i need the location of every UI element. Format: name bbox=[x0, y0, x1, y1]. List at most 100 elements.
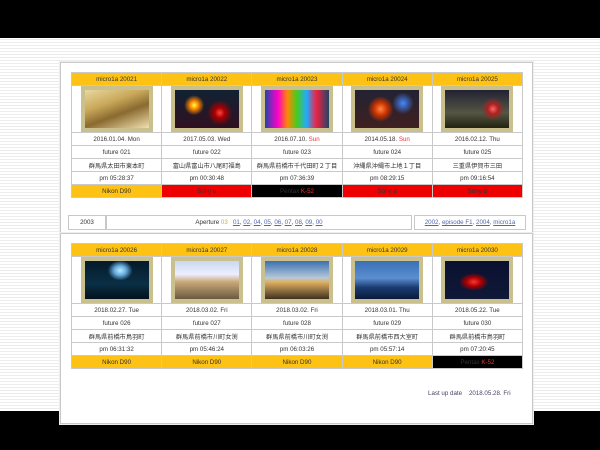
photo-cell[interactable] bbox=[251, 85, 343, 133]
photo-frame[interactable] bbox=[170, 257, 243, 303]
entry-title[interactable]: micro1a 20021 bbox=[70, 72, 163, 86]
aperture-page-link[interactable]: 08 bbox=[295, 219, 302, 226]
entry-date-text: 2018.02.27. bbox=[94, 306, 127, 314]
photo-thumbnail[interactable] bbox=[84, 90, 149, 128]
entry-time-text: pm 00:30:48 bbox=[189, 174, 224, 182]
photo-cell[interactable] bbox=[70, 85, 163, 133]
entry-future-text: future 025 bbox=[463, 148, 492, 156]
entry-future: future 023 bbox=[251, 145, 343, 159]
entry-future: future 025 bbox=[431, 145, 524, 159]
entry-title[interactable]: micro1a 20025 bbox=[431, 72, 524, 86]
last-update: Last up date 2018.05.28. Fri bbox=[428, 390, 511, 397]
photo-cell[interactable] bbox=[431, 256, 524, 304]
photo-thumbnail[interactable] bbox=[355, 261, 420, 299]
camera-model: K-52 bbox=[300, 187, 314, 195]
aperture-page-link[interactable]: 02 bbox=[243, 219, 250, 226]
entry-location: 群馬県太田市東本町 bbox=[70, 158, 163, 172]
entry-time-text: pm 06:31:32 bbox=[99, 345, 134, 353]
photo-frame[interactable] bbox=[260, 257, 333, 303]
entry-title[interactable]: micro1a 20029 bbox=[341, 243, 433, 257]
photo-frame[interactable] bbox=[441, 86, 514, 132]
camera-badge: Pentax K-52 bbox=[431, 355, 524, 369]
entry-title[interactable]: micro1a 20030 bbox=[431, 243, 524, 257]
gallery-table-bottom: micro1a 20026 micro1a 20027 micro1a 20028 m… bbox=[70, 243, 524, 369]
aperture-page-link[interactable]: 07 bbox=[285, 219, 292, 226]
camera-name: Nikon D90 bbox=[102, 358, 132, 366]
page-background: micro1a 20021 micro1a 20022 micro1a 20023 m… bbox=[0, 38, 600, 424]
entry-date-text: 2018.03.02. bbox=[185, 306, 219, 314]
entry-time: pm 05:57:14 bbox=[341, 342, 433, 356]
photo-cell[interactable] bbox=[251, 256, 343, 304]
related-link[interactable]: micro1a bbox=[493, 219, 515, 226]
related-link[interactable]: 2004 bbox=[476, 219, 490, 226]
entry-time: pm 08:29:15 bbox=[341, 171, 433, 185]
entry-date: 2016.07.10. Sun bbox=[251, 132, 343, 146]
entry-title[interactable]: micro1a 20023 bbox=[251, 72, 343, 86]
photo-frame[interactable] bbox=[80, 257, 153, 303]
aperture-current: 03 bbox=[220, 219, 228, 226]
entry-title[interactable]: micro1a 20027 bbox=[161, 243, 253, 257]
photo-thumbnail[interactable] bbox=[355, 90, 420, 128]
photo-thumbnail[interactable] bbox=[174, 90, 239, 128]
photo-cell[interactable] bbox=[70, 256, 163, 304]
entry-date-text: 2014.05.18. bbox=[364, 135, 398, 143]
entry-day: Wed bbox=[217, 135, 231, 143]
photo-thumbnail[interactable] bbox=[445, 90, 510, 128]
photo-frame[interactable] bbox=[170, 86, 243, 132]
entry-time-text: pm 05:28:37 bbox=[99, 174, 134, 182]
photo-cell[interactable] bbox=[341, 256, 433, 304]
camera-name: Pentax bbox=[279, 187, 301, 195]
entry-date: 2016.02.12. Thu bbox=[431, 132, 524, 146]
entry-day: Thu bbox=[489, 135, 500, 143]
related-link[interactable]: 2002 bbox=[425, 219, 439, 226]
entry-future: future 027 bbox=[161, 316, 253, 330]
photo-cell[interactable] bbox=[341, 85, 433, 133]
entry-location-text: 沖縄県沖縄市上地１丁目 bbox=[353, 162, 422, 170]
entry-date: 2018.03.02. Fri bbox=[251, 303, 343, 317]
camera-badge: Nikon D90 bbox=[161, 355, 253, 369]
aperture-page-link[interactable]: 09 bbox=[305, 219, 312, 226]
photo-thumbnail[interactable] bbox=[264, 261, 329, 299]
entry-time: pm 09:16:54 bbox=[431, 171, 524, 185]
photo-cell[interactable] bbox=[431, 85, 524, 133]
entry-title-text: micro1a 20021 bbox=[96, 75, 138, 83]
photo-cell[interactable] bbox=[161, 256, 253, 304]
aperture-page-link[interactable]: 05 bbox=[264, 219, 271, 226]
camera-model: α bbox=[393, 187, 397, 195]
entry-title[interactable]: micro1a 20024 bbox=[341, 72, 433, 86]
entry-day: Thu bbox=[398, 306, 410, 314]
aperture-nav: Aperture 03 01, 02, 04, 05, 06, 07, 08, … bbox=[106, 215, 412, 230]
entry-title[interactable]: micro1a 20028 bbox=[251, 243, 343, 257]
related-link[interactable]: episode F1 bbox=[442, 219, 473, 226]
photo-frame[interactable] bbox=[260, 86, 333, 132]
entry-title[interactable]: micro1a 20026 bbox=[70, 243, 163, 257]
entry-location: 沖縄県沖縄市上地１丁目 bbox=[341, 158, 433, 172]
camera-badge: Nikon D90 bbox=[341, 355, 433, 369]
entry-date-text: 2016.01.04. bbox=[93, 135, 127, 143]
entry-title-text: micro1a 20025 bbox=[456, 75, 498, 83]
aperture-page-link[interactable]: 06 bbox=[274, 219, 281, 226]
entry-title[interactable]: micro1a 20022 bbox=[161, 72, 253, 86]
aperture-page-link[interactable]: 01 bbox=[233, 219, 240, 226]
aperture-label: Aperture bbox=[195, 219, 220, 226]
photo-frame[interactable] bbox=[80, 86, 153, 132]
entry-date: 2016.01.04. Mon bbox=[70, 132, 163, 146]
photo-cell[interactable] bbox=[161, 85, 253, 133]
photo-frame[interactable] bbox=[351, 86, 424, 132]
last-update-label: Last up date bbox=[428, 390, 463, 397]
photo-thumbnail[interactable] bbox=[174, 261, 239, 299]
photo-frame[interactable] bbox=[351, 257, 424, 303]
aperture-page-link[interactable]: 04 bbox=[254, 219, 261, 226]
entry-future-text: future 030 bbox=[463, 319, 492, 327]
photo-thumbnail[interactable] bbox=[264, 90, 329, 128]
entry-location: 三重県伊賀市三田 bbox=[431, 158, 524, 172]
photo-frame[interactable] bbox=[441, 257, 514, 303]
entry-date: 2018.05.22. Tue bbox=[431, 303, 524, 317]
aperture-page-link[interactable]: 00 bbox=[316, 219, 323, 226]
photo-thumbnail[interactable] bbox=[84, 261, 149, 299]
entry-location: 群馬県前橋市西大室町 bbox=[341, 329, 433, 343]
entry-time-text: pm 05:57:14 bbox=[369, 345, 405, 353]
photo-thumbnail[interactable] bbox=[445, 261, 510, 299]
entry-location: 群馬県前橋市鳥羽町 bbox=[431, 329, 524, 343]
entry-future-text: future 023 bbox=[283, 148, 311, 156]
